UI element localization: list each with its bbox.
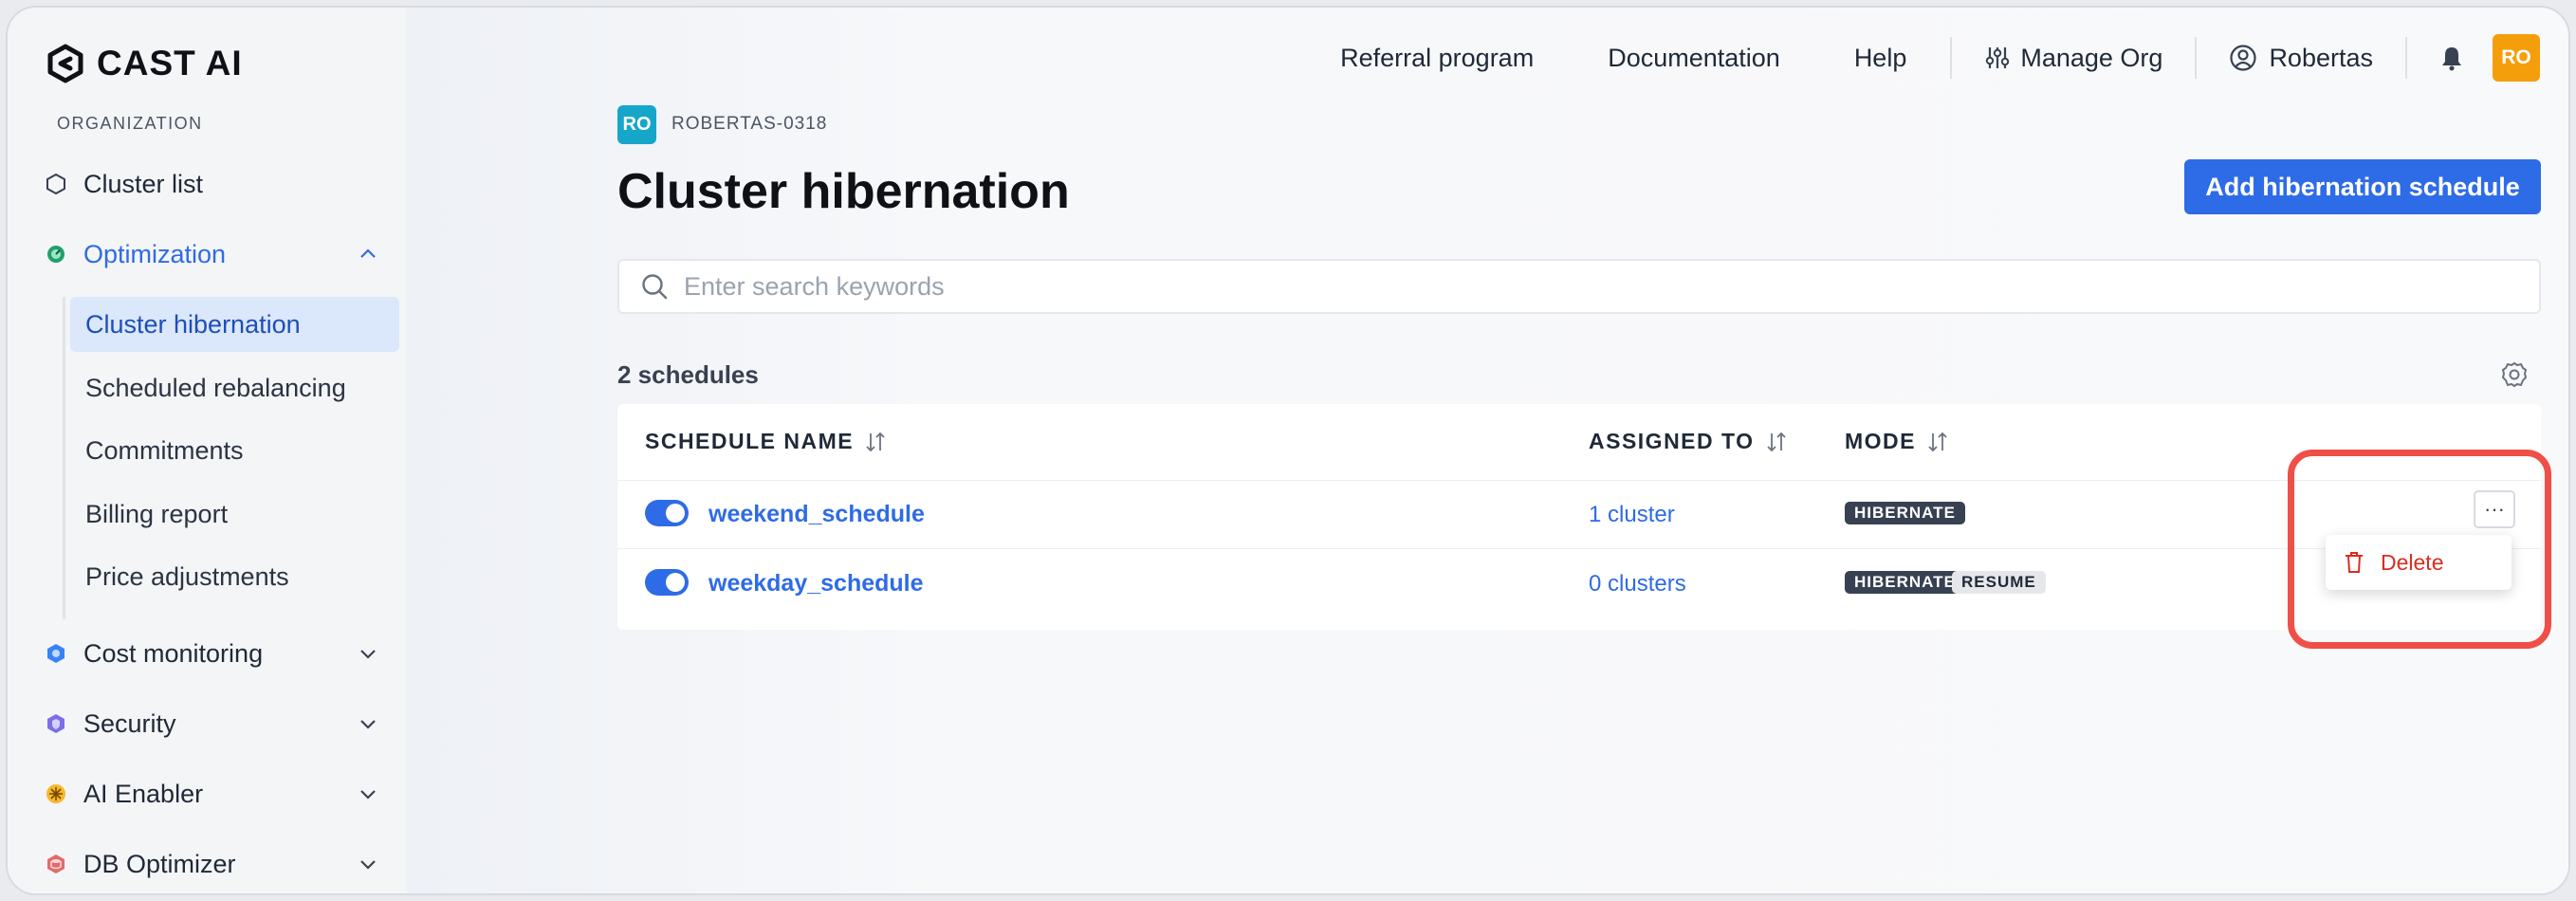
notifications-bell-icon[interactable] xyxy=(2439,45,2464,71)
schedule-enabled-toggle[interactable] xyxy=(645,569,689,596)
sidebar-item-ai-enabler[interactable]: AI Enabler xyxy=(46,767,396,820)
nav-divider xyxy=(2405,37,2407,79)
org-avatar-badge: RO xyxy=(617,105,656,144)
sort-icon xyxy=(1928,432,1947,451)
sidebar-item-optimization[interactable]: Optimization xyxy=(46,228,396,281)
org-code: ROBERTAS-0318 xyxy=(672,114,828,134)
manage-org-label: Manage Org xyxy=(2020,43,2163,72)
schedule-enabled-toggle[interactable] xyxy=(645,500,689,526)
sidebar-item-label: AI Enabler xyxy=(83,779,204,808)
sort-icon xyxy=(866,432,885,451)
chevron-down-icon[interactable] xyxy=(357,853,379,882)
sidebar-item-cluster-list[interactable]: Cluster list xyxy=(46,157,396,211)
sidebar-subitem-commitments[interactable]: Commitments xyxy=(70,423,399,478)
user-circle-icon xyxy=(2230,45,2257,71)
organization-section-label: ORGANIZATION xyxy=(57,114,203,133)
optimization-icon xyxy=(46,244,66,265)
sidebar-item-label: Cluster list xyxy=(83,169,204,198)
brand-logo[interactable]: CAST AI xyxy=(46,44,243,83)
cast-ai-logo-icon xyxy=(47,44,83,83)
chevron-down-icon[interactable] xyxy=(357,712,379,742)
sidebar-item-label: Optimization xyxy=(83,239,227,268)
hexagon-icon xyxy=(46,174,66,194)
table-row: weekend_schedule 1 cluster HIBERNATE ··· xyxy=(617,480,2541,548)
search-input[interactable] xyxy=(684,271,2391,302)
sliders-icon xyxy=(1986,47,2010,68)
cost-monitoring-icon xyxy=(46,643,66,664)
sidebar-subitem-price-adjustments[interactable]: Price adjustments xyxy=(70,549,399,604)
nav-divider xyxy=(2195,37,2198,79)
help-link[interactable]: Help xyxy=(1854,44,1907,73)
search-icon xyxy=(642,274,668,300)
table-row: weekday_schedule 0 clusters HIBERNATE RE… xyxy=(617,548,2541,616)
brand-name: CAST AI xyxy=(97,44,243,83)
sort-icon xyxy=(1766,432,1786,451)
referral-program-link[interactable]: Referral program xyxy=(1340,44,1534,73)
sidebar: CAST AI ORGANIZATION Cluster list Optimi… xyxy=(8,8,406,893)
assigned-clusters-link[interactable]: 1 cluster xyxy=(1589,502,1675,528)
sidebar-item-label: Cost monitoring xyxy=(83,638,264,668)
column-header-schedule-name[interactable]: SCHEDULE NAME xyxy=(645,429,886,454)
chevron-down-icon[interactable] xyxy=(357,642,379,671)
highlight-annotation xyxy=(2288,450,2551,649)
chevron-up-icon[interactable] xyxy=(357,243,379,272)
schedule-name-link[interactable]: weekend_schedule xyxy=(708,501,925,528)
app-window: CAST AI ORGANIZATION Cluster list Optimi… xyxy=(8,8,2568,893)
sidebar-item-security[interactable]: Security xyxy=(46,697,396,750)
assigned-clusters-link[interactable]: 0 clusters xyxy=(1589,571,1686,598)
add-hibernation-schedule-button[interactable]: Add hibernation schedule xyxy=(2184,159,2541,214)
db-optimizer-icon xyxy=(46,854,66,874)
sidebar-item-label: Security xyxy=(83,708,176,738)
column-header-label: ASSIGNED TO xyxy=(1589,429,1755,453)
sidebar-item-label: DB Optimizer xyxy=(83,849,236,878)
schedule-count: 2 schedules xyxy=(617,360,759,389)
avatar[interactable]: RO xyxy=(2493,34,2540,82)
main-content: Referral program Documentation Help Mana… xyxy=(406,8,2568,893)
search-box[interactable] xyxy=(617,259,2541,314)
chevron-down-icon[interactable] xyxy=(357,782,379,812)
page-title: Cluster hibernation xyxy=(617,164,1070,219)
ai-enabler-icon xyxy=(46,783,66,804)
mode-badge: HIBERNATE xyxy=(1845,571,1965,594)
schedules-table: SCHEDULE NAME ASSIGNED TO MODE weekend_s… xyxy=(617,404,2541,630)
nav-divider xyxy=(1950,37,1953,79)
column-header-mode[interactable]: MODE xyxy=(1845,429,1948,454)
gear-icon[interactable] xyxy=(2500,360,2529,394)
sidebar-subitem-scheduled-rebalancing[interactable]: Scheduled rebalancing xyxy=(70,360,399,415)
submenu-rail xyxy=(63,297,65,619)
mode-badge: RESUME xyxy=(1952,571,2046,594)
user-menu[interactable]: Robertas xyxy=(2229,44,2373,73)
column-header-label: MODE xyxy=(1845,429,1916,453)
security-icon xyxy=(46,713,66,734)
manage-org-button[interactable]: Manage Org xyxy=(1984,44,2162,73)
column-header-assigned-to[interactable]: ASSIGNED TO xyxy=(1589,429,1787,454)
top-navigation: Referral program Documentation Help Mana… xyxy=(1266,34,2540,82)
sidebar-item-cost-monitoring[interactable]: Cost monitoring xyxy=(46,627,396,680)
sidebar-item-db-optimizer[interactable]: DB Optimizer xyxy=(46,837,396,891)
documentation-link[interactable]: Documentation xyxy=(1608,44,1780,73)
column-header-label: SCHEDULE NAME xyxy=(645,429,855,453)
schedule-name-link[interactable]: weekday_schedule xyxy=(708,570,924,598)
mode-badge: HIBERNATE xyxy=(1845,502,1965,524)
sidebar-subitem-cluster-hibernation[interactable]: Cluster hibernation xyxy=(70,297,399,352)
sidebar-subitem-billing-report[interactable]: Billing report xyxy=(70,487,399,542)
user-name: Robertas xyxy=(2269,43,2373,72)
